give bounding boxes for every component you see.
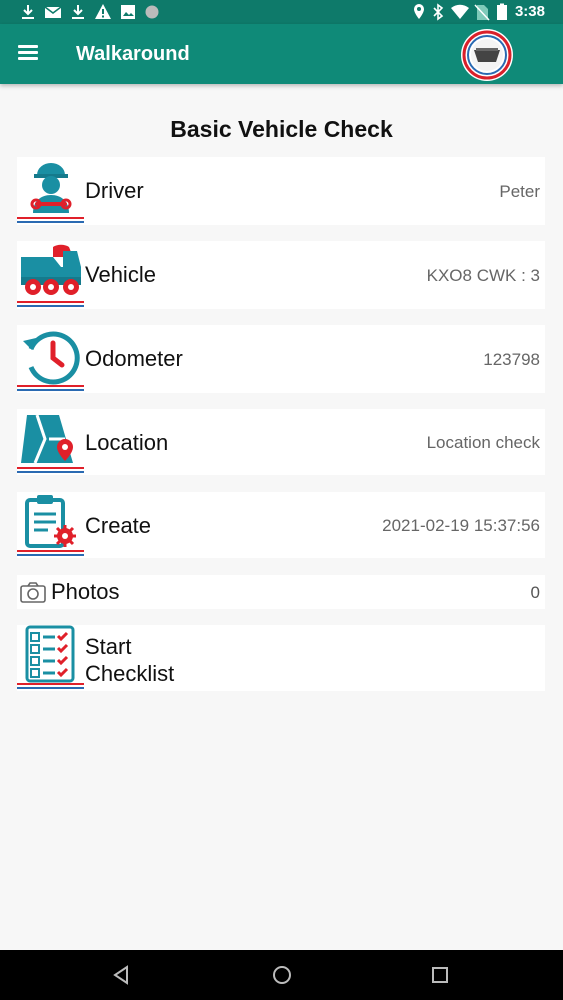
row-value: 2021-02-19 15:37:56 <box>382 516 540 535</box>
status-time: 3:38 <box>514 3 545 20</box>
skip-logo-icon <box>461 29 513 81</box>
row-underline <box>17 385 84 391</box>
row-value: Location check <box>426 433 540 452</box>
row-underline <box>17 683 84 689</box>
row-label: Vehicle <box>85 262 156 287</box>
odometer-row[interactable]: Odometer 123798 <box>17 325 545 393</box>
row-label: Location <box>85 430 169 455</box>
start-checklist-line2: Checklist <box>85 661 175 686</box>
recents-square-icon[interactable] <box>428 963 452 987</box>
system-nav-bar <box>0 950 563 1000</box>
bluetooth-icon <box>433 3 444 21</box>
row-underline <box>17 301 84 307</box>
wifi-icon <box>451 4 469 19</box>
image-icon <box>121 5 135 19</box>
warning-icon <box>95 4 111 19</box>
back-triangle-icon[interactable] <box>110 963 134 987</box>
status-bar: 3:38 <box>0 0 563 24</box>
page-title: Basic Vehicle Check <box>170 116 393 142</box>
app-bar: Walkaround <box>0 24 563 84</box>
download-icon <box>22 5 34 19</box>
row-value: KXO8 CWK : 3 <box>426 266 540 285</box>
create-row[interactable]: Create 2021-02-19 15:37:56 <box>17 492 545 558</box>
row-value: Peter <box>499 182 540 201</box>
driver-row[interactable]: Driver Peter <box>17 157 545 225</box>
row-underline <box>17 550 84 556</box>
driver-icon <box>30 163 72 213</box>
truck-icon <box>21 244 81 295</box>
row-underline <box>17 467 84 473</box>
location-row[interactable]: Location Location check <box>17 409 545 475</box>
row-value: 0 <box>530 583 540 602</box>
row-underline <box>17 217 84 223</box>
circle-icon <box>145 5 159 19</box>
photos-row[interactable]: Photos 0 <box>17 575 545 609</box>
app-title: Walkaround <box>76 43 190 65</box>
row-label: Start Checklist <box>85 633 285 687</box>
location-icon <box>414 4 424 19</box>
no-sim-icon <box>474 4 490 21</box>
camera-icon <box>20 582 46 603</box>
mail-icon <box>44 6 62 18</box>
odometer-clock-icon <box>23 331 80 385</box>
hamburger-menu-icon[interactable] <box>18 43 40 65</box>
row-label: Driver <box>85 178 144 203</box>
row-label: Photos <box>51 579 120 604</box>
home-circle-icon[interactable] <box>270 963 294 987</box>
vehicle-row[interactable]: Vehicle KXO8 CWK : 3 <box>17 241 545 309</box>
start-checklist-line1: Start <box>85 634 132 659</box>
row-label: Create <box>85 513 152 538</box>
start-checklist-row[interactable]: Start Checklist <box>17 625 545 691</box>
download-icon <box>72 5 84 19</box>
battery-icon <box>497 3 507 20</box>
row-value: 123798 <box>483 350 540 369</box>
row-label: Odometer <box>85 346 183 371</box>
